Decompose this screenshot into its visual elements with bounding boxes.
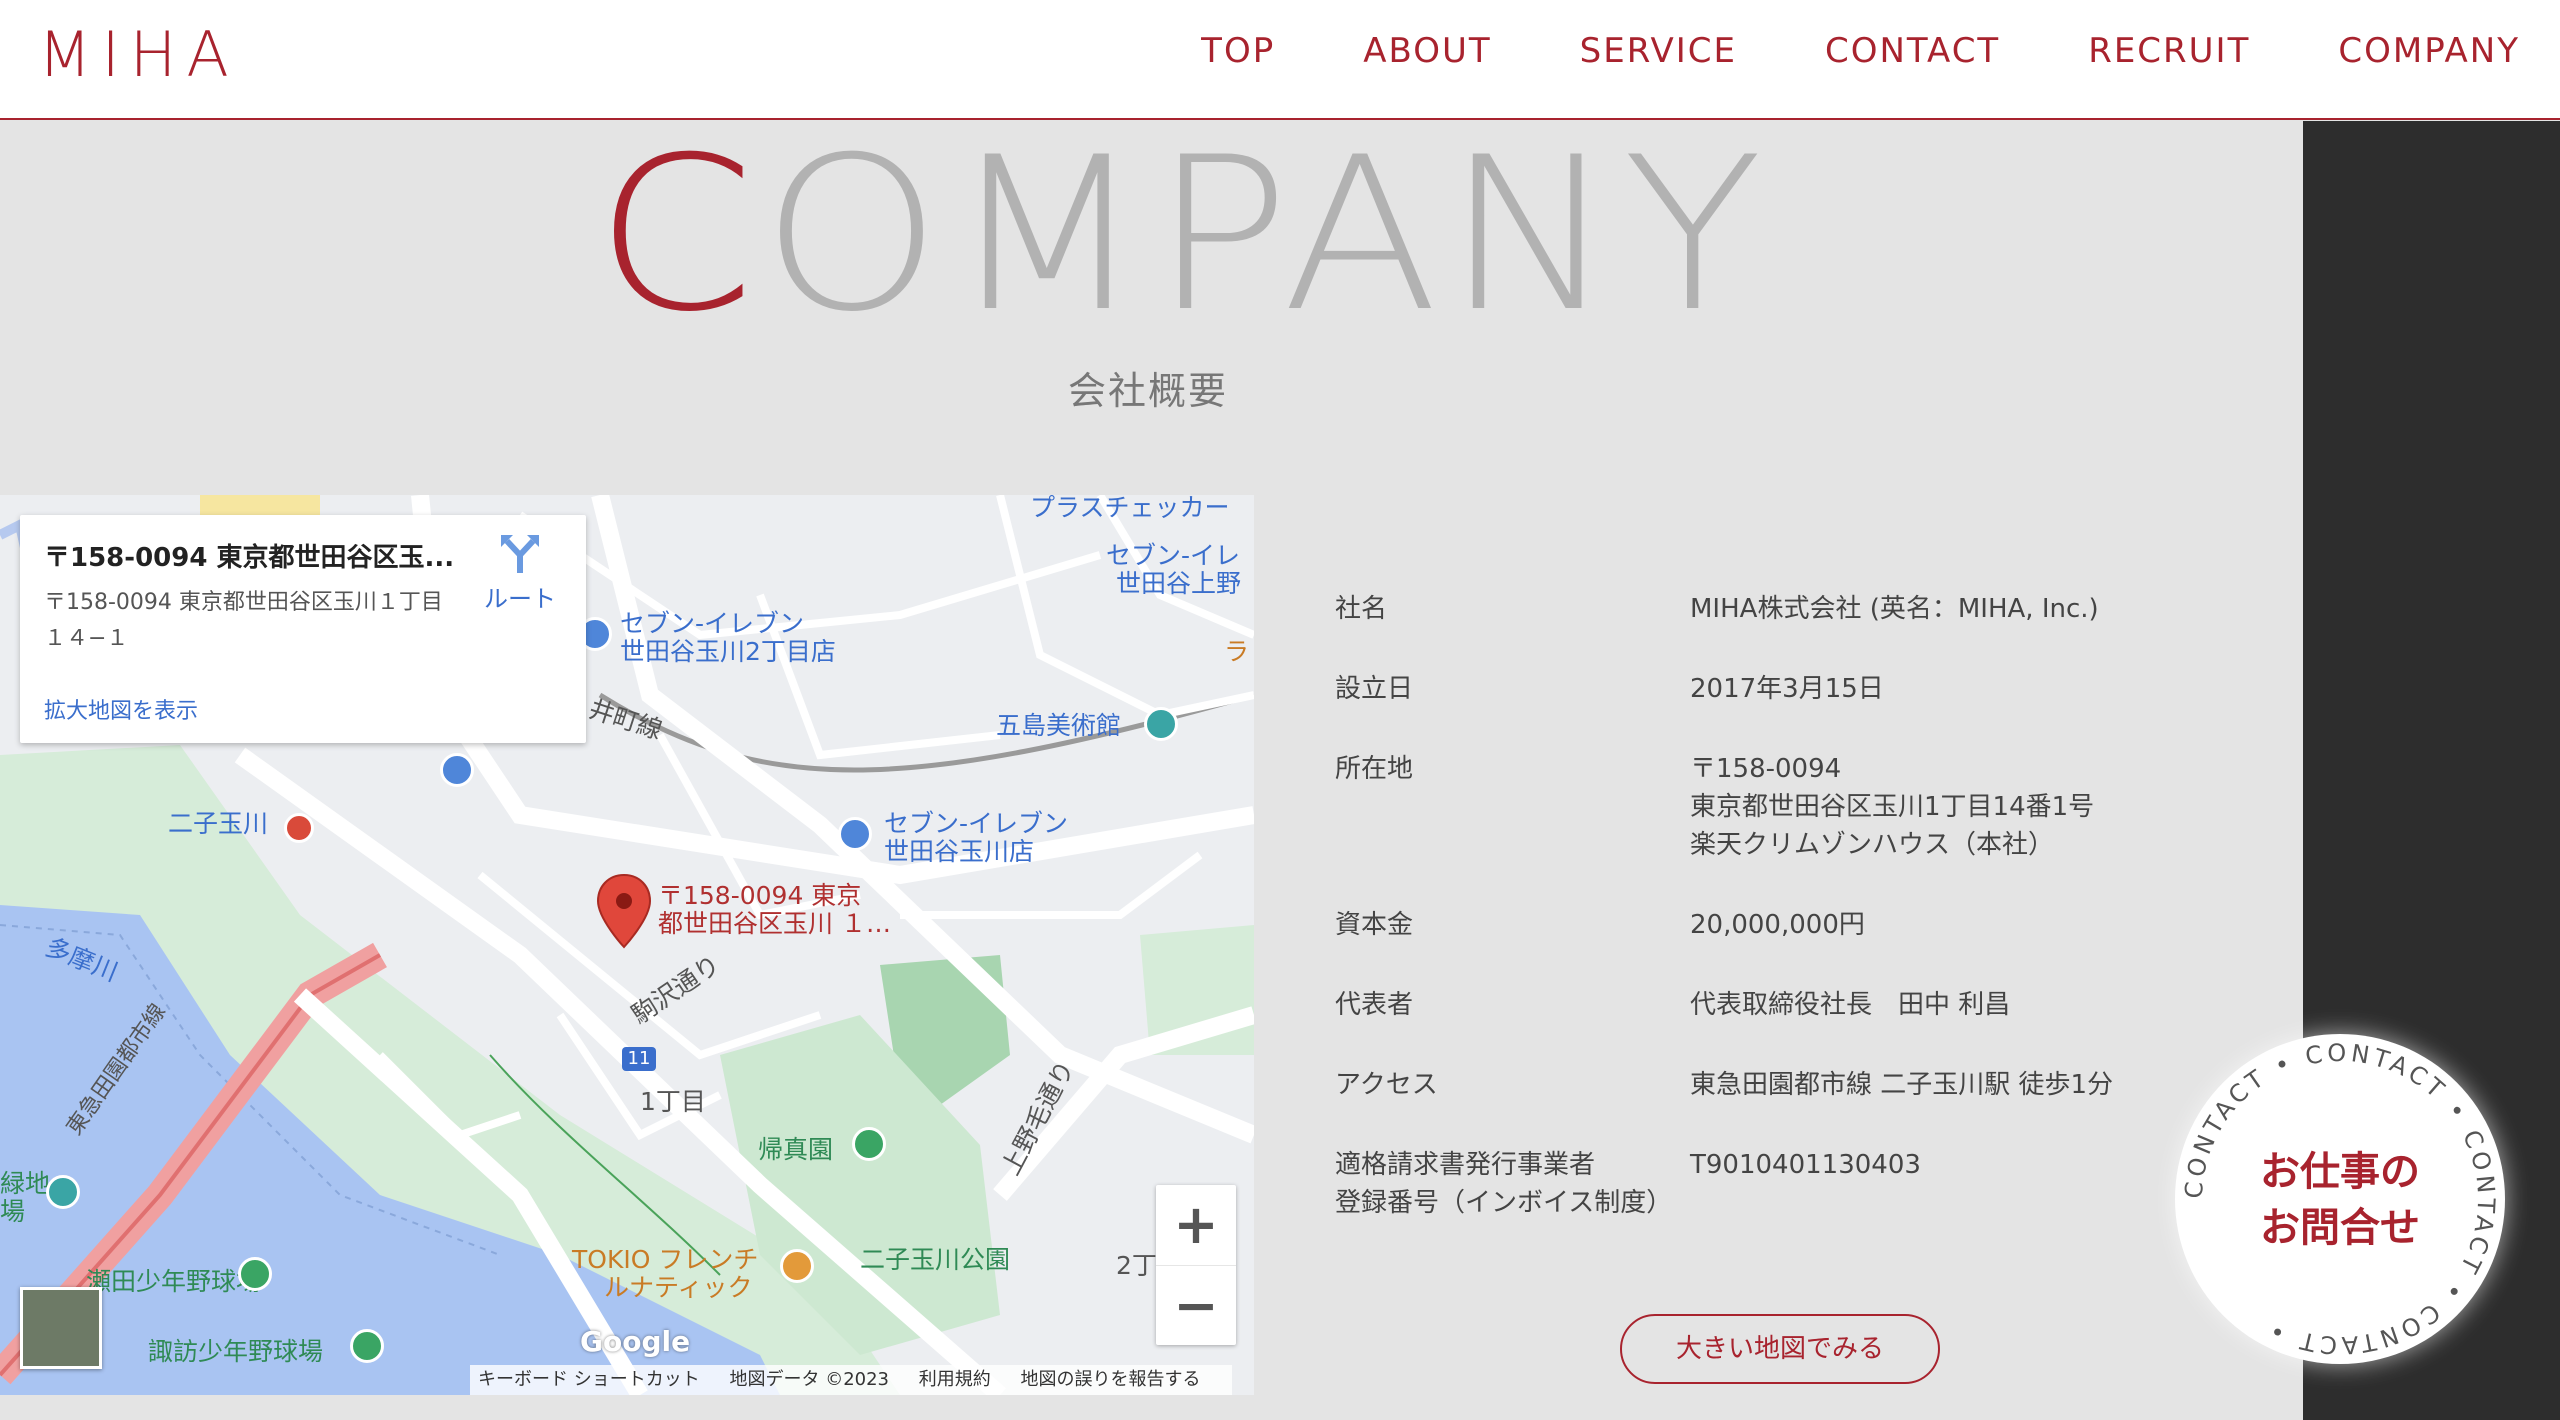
street-view-thumbnail[interactable] (20, 1287, 102, 1369)
map-label-ryokuchi: 緑地 (0, 1169, 51, 1198)
directions-icon (501, 535, 539, 573)
row-value: 東急田園都市線 二子玉川駅 徒歩1分 (1690, 1070, 2114, 1100)
map-label-seven-tamagawa2: セブン-イレブン (620, 609, 805, 638)
map-label-pin-1: 〒158-0094 東京 (658, 881, 862, 910)
row-invoice-number: 適格請求書発行事業者 登録番号（インボイス制度） T9010401130403 (1335, 1146, 2235, 1222)
map-label-ryokuchi-2: 場 (0, 1197, 26, 1226)
google-logo: Google (580, 1325, 691, 1358)
nav-top[interactable]: TOP (1201, 28, 1275, 74)
map-label-seven-ueno: セブン-イレ (1106, 541, 1241, 570)
row-value: 代表取締役社長 田中 利昌 (1690, 990, 2011, 1020)
route-button[interactable]: ルート (470, 533, 570, 614)
location-pin-icon[interactable] (596, 873, 652, 949)
row-label: 設立日 (1335, 674, 1414, 704)
company-info-table: 社名 MIHA株式会社 (英名：MIHA, Inc.) 設立日 2017年3月1… (1335, 590, 2235, 1264)
map-label-seven-ueno-2: 世田谷上野 (1116, 569, 1242, 598)
map-label-itchome: 1丁目 (640, 1087, 706, 1116)
map-label-tokio: TOKIO フレンチ (572, 1245, 759, 1274)
terms-link[interactable]: 利用規約 (919, 1369, 991, 1390)
row-label: 資本金 (1335, 910, 1414, 940)
page-subtitle: 会社概要 (1068, 369, 1229, 413)
baseball-field-icon[interactable] (238, 1257, 272, 1291)
map-label-seta-baseball: 瀬田少年野球場 (86, 1267, 262, 1296)
row-value: 2017年3月15日 (1690, 674, 1884, 704)
map-info-card: 〒158-0094 東京都世田谷区玉... 〒158-0094 東京都世田谷区玉… (20, 515, 586, 743)
nav-recruit[interactable]: RECRUIT (2088, 28, 2250, 74)
map-label-suwa-baseball: 諏訪少年野球場 (148, 1337, 324, 1366)
info-card-address: 〒158-0094 東京都世田谷区玉川１丁目１４−１ (44, 590, 443, 651)
row-value: 20,000,000円 (1690, 910, 1865, 940)
row-company-name: 社名 MIHA株式会社 (英名：MIHA, Inc.) (1335, 590, 2235, 628)
view-large-map-button[interactable]: 大きい地図でみる (1620, 1314, 1940, 1384)
row-label: 社名 (1335, 594, 1388, 624)
map-label-futako-park: 二子玉川公園 (860, 1245, 1011, 1274)
row-value: T9010401130403 (1690, 1150, 1921, 1180)
park-icon[interactable] (852, 1127, 886, 1161)
nav-service[interactable]: SERVICE (1580, 28, 1737, 74)
page-title-rest: OMPANY (761, 111, 1770, 358)
map-label-seven-tamagawa: セブン-イレブン (884, 809, 1069, 838)
contact-badge-button[interactable]: CONTACT • CONTACT • CONTACT • CONTACT • … (2175, 1034, 2505, 1364)
page-title: COMPANY (595, 120, 1769, 350)
view-larger-map-link[interactable]: 拡大地図を表示 (44, 693, 198, 725)
site-header: MIHA TOP ABOUT SERVICE CONTACT RECRUIT C… (0, 0, 2560, 120)
convenience-store-icon-2[interactable] (838, 817, 872, 851)
row-label: 適格請求書発行事業者 登録番号（インボイス制度） (1335, 1150, 1673, 1218)
nav-about[interactable]: ABOUT (1363, 28, 1491, 74)
row-label: 所在地 (1335, 754, 1414, 784)
main-nav: TOP ABOUT SERVICE CONTACT RECRUIT COMPAN… (1113, 28, 2520, 74)
site-logo[interactable]: MIHA (38, 18, 239, 91)
map-attribution: キーボード ショートカット 地図データ ©2023 利用規約 地図の誤りを報告す… (470, 1365, 1233, 1395)
keyboard-shortcuts-link[interactable]: キーボード ショートカット (478, 1369, 700, 1390)
shopping-icon[interactable] (440, 753, 474, 787)
nav-company[interactable]: COMPANY (2338, 28, 2520, 74)
baseball-field-icon-2[interactable] (350, 1329, 384, 1363)
row-capital: 資本金 20,000,000円 (1335, 906, 2235, 944)
nav-contact[interactable]: CONTACT (1825, 28, 2000, 74)
map-label-plus-checker: プラスチェッカー (1030, 495, 1230, 522)
row-founded: 設立日 2017年3月15日 (1335, 670, 2235, 708)
museum-icon[interactable] (1144, 707, 1178, 741)
row-label: アクセス (1335, 1070, 1438, 1100)
map-data-credit: 地図データ ©2023 (729, 1369, 889, 1390)
map-label-seven-tamagawa2-2: 世田谷玉川2丁目店 (620, 637, 836, 666)
map-label-kishinen: 帰真園 (758, 1135, 834, 1164)
route-shield: 11 (622, 1047, 656, 1071)
row-address: 所在地 〒158-0094 東京都世田谷区玉川1丁目14番1号 楽天クリムゾンハ… (1335, 750, 2235, 864)
map-label-goto-museum: 五島美術館 (996, 711, 1122, 740)
map-label-tokio-2: ルナティック (604, 1273, 753, 1302)
map-zoom-control: + − (1156, 1185, 1236, 1345)
route-label: ルート (484, 585, 556, 613)
row-access: アクセス 東急田園都市線 二子玉川駅 徒歩1分 (1335, 1066, 2235, 1104)
zoom-in-button[interactable]: + (1156, 1185, 1236, 1265)
info-card-title: 〒158-0094 東京都世田谷区玉... (44, 543, 455, 573)
map-label-ra: ラ (1224, 637, 1250, 666)
playground-icon[interactable] (46, 1175, 80, 1209)
map-label-nichome: 2丁 (1116, 1251, 1157, 1280)
page-title-initial: C (595, 111, 762, 358)
row-label: 代表者 (1335, 990, 1414, 1020)
row-value: 〒158-0094 東京都世田谷区玉川1丁目14番1号 楽天クリムゾンハウス（本… (1690, 754, 2095, 860)
report-error-link[interactable]: 地図の誤りを報告する (1020, 1369, 1200, 1390)
restaurant-icon[interactable] (780, 1249, 814, 1283)
map-label-seven-tamagawa-2: 世田谷玉川店 (884, 837, 1035, 866)
map-label-futako-station: 二子玉川 (168, 809, 269, 838)
row-representative: 代表者 代表取締役社長 田中 利昌 (1335, 986, 2235, 1024)
embedded-map[interactable]: プラスチェッカー セブン-イレ 世田谷上野 ラ セブン-イレブン 世田谷玉川2丁… (0, 495, 1254, 1395)
zoom-out-button[interactable]: − (1156, 1265, 1236, 1345)
map-label-pin-2: 都世田谷区玉川 １… (658, 909, 891, 938)
contact-badge-label: お仕事の お問合せ (2260, 1149, 2420, 1251)
row-value: MIHA株式会社 (英名：MIHA, Inc.) (1690, 594, 2099, 624)
train-station-icon[interactable] (284, 813, 314, 843)
